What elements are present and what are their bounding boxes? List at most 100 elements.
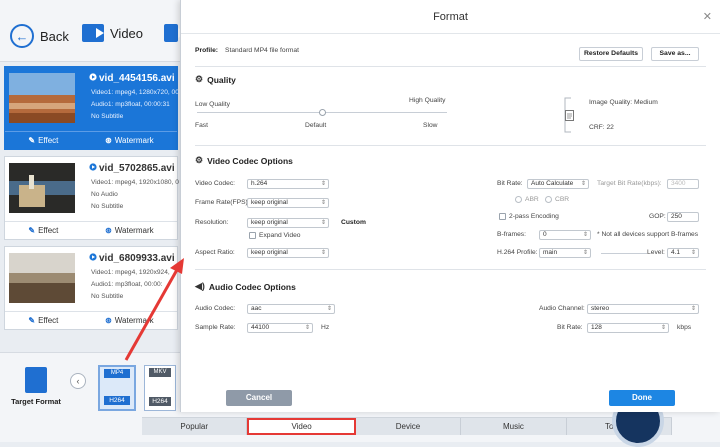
profile-value: Standard MP4 file format [225,47,299,54]
audio-bit-rate-select[interactable]: 128 [587,323,669,333]
video-thumbnail [9,253,75,303]
effect-button[interactable]: ✎ Effect [28,226,58,235]
level-label: Level: [647,249,665,256]
restore-defaults-button[interactable]: Restore Defaults [579,47,643,61]
previous-arrow-button[interactable]: ‹ [70,373,86,389]
custom-button[interactable]: Custom [341,219,366,226]
cbr-radio[interactable] [545,196,552,203]
gop-input[interactable]: 250 [667,212,699,222]
play-icon[interactable] [89,73,97,81]
target-bit-rate-input[interactable]: 3400 [667,179,699,189]
high-quality-label: High Quality [409,97,446,104]
sample-rate-select[interactable]: 44100 [247,323,313,333]
audio-info: No Audio [91,191,118,198]
two-pass-label: 2-pass Encoding [509,213,559,220]
gop-label: GOP: [649,213,666,220]
subtitle-info: No Subtitle [91,293,124,300]
watermark-button[interactable]: ⊛ Watermark [105,226,154,235]
hz-unit: Hz [321,324,330,331]
effect-icon: ✎ [28,316,36,325]
format-mkv[interactable]: MKV H264 [144,365,176,411]
video-info: Video1: mpeg4, 1280x720, 00: [91,89,181,96]
b-frames-label: B-frames: [497,231,526,238]
video-codec-select[interactable]: h.264 [247,179,329,189]
slow-label: Slow [423,122,438,129]
subtitle-info: No Subtitle [91,203,124,210]
video-codec-label: Video Codec: [195,180,236,187]
effect-button[interactable]: ✎ Effect [28,316,58,325]
h264-profile-select[interactable]: main [539,248,591,258]
format-codec: H264 [104,396,130,405]
video-codec-section-title: ⚙ Video Codec Options [195,155,293,166]
b-frames-spinner[interactable]: 0 [539,230,591,240]
format-mp4[interactable]: MP4 H264 [98,365,136,411]
file-card[interactable]: vid_6809933.avi Video1: mpeg4, 1920x924,… [4,246,178,330]
effect-icon: ✎ [28,136,36,145]
effect-button[interactable]: ✎ Effect [28,136,58,145]
expand-video-checkbox[interactable] [249,232,256,239]
image-quality-readout: Image Quality: Medium [589,99,658,106]
cbr-label: CBR [555,196,570,203]
effect-label: Effect [38,316,59,325]
format-tag: MKV [149,368,171,377]
b-frames-note: * Not all devices support B-frames [597,231,699,238]
tab-popular[interactable]: Popular [142,418,248,435]
add-dvd-button[interactable] [164,24,186,42]
file-card[interactable]: vid_5702865.avi Video1: mpeg4, 1920x1080… [4,156,179,240]
video-thumbnail [9,163,75,213]
file-name: vid_6809933.avi [99,253,175,264]
file-name: vid_5702865.avi [99,163,175,174]
abr-label: ABR [525,196,539,203]
play-icon[interactable] [89,163,97,171]
speaker-icon: ◀) [195,281,205,291]
resolution-label: Resolution: [195,219,229,226]
two-pass-checkbox[interactable] [499,213,506,220]
add-video-icon [82,24,104,42]
frame-rate-select[interactable]: keep original [247,198,329,208]
done-button[interactable]: Done [609,390,675,406]
subtitle-info: No Subtitle [91,113,124,120]
audio-channel-select[interactable]: stereo [587,304,699,314]
target-format-label: Target Format [11,397,61,406]
target-format-icon [25,367,47,393]
audio-info: Audio1: mp3float, 00:00:31 [91,101,170,108]
file-card[interactable]: vid_4454156.avi Video1: mpeg4, 1280x720,… [4,66,181,150]
tab-video[interactable]: Video [247,418,356,435]
level-divider [601,253,647,254]
divider [195,145,706,146]
watermark-button[interactable]: ⊛ Watermark [105,316,154,325]
play-icon[interactable] [89,253,97,261]
watermark-icon: ⊛ [105,226,112,235]
abr-radio[interactable] [515,196,522,203]
cancel-button[interactable]: Cancel [226,390,292,406]
save-as-button[interactable]: Save as... [651,47,699,61]
default-label: Default [305,122,327,129]
audio-channel-label: Audio Channel: [539,305,585,312]
audio-codec-label: Audio Codec: [195,305,236,312]
audio-codec-select[interactable]: aac [247,304,335,314]
target-format-button[interactable]: Target Format [10,367,62,406]
bit-rate-select[interactable]: Auto Calculate [527,179,589,189]
video-button[interactable]: Video [82,24,143,42]
tab-device[interactable]: Device [356,418,462,435]
file-name: vid_4454156.avi [99,73,175,84]
back-button[interactable]: ← Back [10,24,69,48]
level-select[interactable]: 4.1 [667,248,699,258]
close-icon[interactable]: ✕ [703,10,712,23]
quality-slider-handle[interactable] [318,109,326,116]
tab-music[interactable]: Music [461,418,567,435]
aspect-ratio-select[interactable]: keep original [247,248,329,258]
dialog-title: Format [181,0,720,34]
fast-label: Fast [195,122,209,129]
effect-label: Effect [38,226,59,235]
watermark-icon: ⊛ [105,136,112,145]
back-label: Back [40,28,69,44]
resolution-select[interactable]: keep original [247,218,329,228]
quality-heading: Quality [207,74,236,85]
format-dialog: Format ✕ Profile: Standard MP4 file form… [180,0,720,412]
back-arrow-icon: ← [10,24,34,48]
watermark-button[interactable]: ⊛ Watermark [105,136,154,145]
video-info: Video1: mpeg4, 1920x924, [91,269,170,276]
dvd-icon [164,24,186,42]
audio-codec-heading: Audio Codec Options [208,281,296,292]
